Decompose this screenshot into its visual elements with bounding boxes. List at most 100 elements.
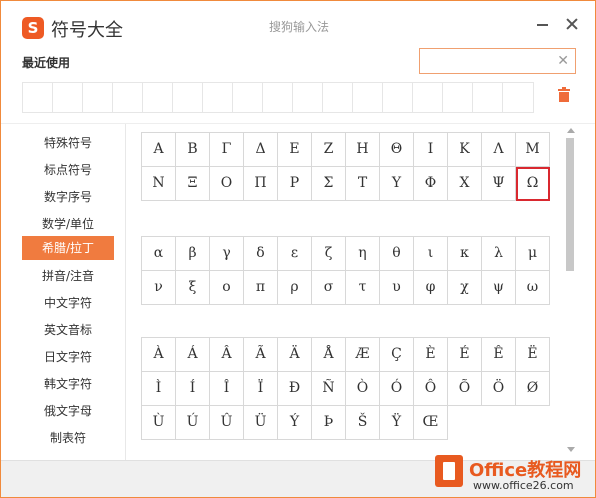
symbol-cell[interactable]: Ú (176, 406, 210, 440)
symbol-cell[interactable]: σ (312, 271, 346, 305)
symbol-cell[interactable]: Ò (346, 372, 380, 406)
recent-symbol-slot[interactable] (323, 83, 353, 112)
symbol-cell[interactable]: υ (380, 271, 414, 305)
symbol-cell[interactable]: Π (244, 167, 278, 201)
symbol-cell[interactable]: θ (380, 237, 414, 271)
symbol-cell[interactable]: Š (346, 406, 380, 440)
symbol-cell[interactable]: Ç (380, 338, 414, 372)
symbol-cell[interactable]: χ (448, 271, 482, 305)
recent-symbol-slot[interactable] (53, 83, 83, 112)
symbol-cell[interactable]: π (244, 271, 278, 305)
symbol-cell[interactable]: Α (142, 133, 176, 167)
symbol-cell[interactable]: δ (244, 237, 278, 271)
symbol-cell[interactable]: Ο (210, 167, 244, 201)
scroll-up-icon[interactable] (567, 128, 575, 133)
symbol-cell[interactable]: Ð (278, 372, 312, 406)
symbol-cell[interactable]: α (142, 237, 176, 271)
symbol-cell[interactable]: ν (142, 271, 176, 305)
symbol-cell[interactable]: Θ (380, 133, 414, 167)
recent-symbol-slot[interactable] (83, 83, 113, 112)
symbol-cell[interactable]: ω (516, 271, 550, 305)
symbol-cell[interactable]: Æ (346, 338, 380, 372)
recent-symbol-slot[interactable] (173, 83, 203, 112)
category-item[interactable]: 拼音/注音 (22, 264, 114, 288)
category-item[interactable]: 俄文字母 (22, 399, 114, 423)
symbol-cell[interactable]: Ü (244, 406, 278, 440)
symbol-cell[interactable]: ψ (482, 271, 516, 305)
symbol-cell[interactable]: Ë (516, 338, 550, 372)
symbol-cell[interactable]: Ξ (176, 167, 210, 201)
symbol-cell[interactable]: Œ (414, 406, 448, 440)
symbol-cell[interactable]: Β (176, 133, 210, 167)
minimize-button[interactable] (533, 15, 551, 33)
symbol-cell[interactable]: Ö (482, 372, 516, 406)
symbol-cell[interactable]: Ï (244, 372, 278, 406)
symbol-cell[interactable]: Ε (278, 133, 312, 167)
symbol-cell[interactable]: Â (210, 338, 244, 372)
clear-search-icon[interactable]: ✕ (557, 51, 569, 71)
symbol-cell[interactable]: Σ (312, 167, 346, 201)
recent-symbol-slot[interactable] (263, 83, 293, 112)
category-item[interactable]: 英文音标 (22, 318, 114, 342)
recent-symbol-slot[interactable] (503, 83, 533, 112)
symbol-cell[interactable]: Φ (414, 167, 448, 201)
symbol-cell[interactable]: φ (414, 271, 448, 305)
recent-symbol-slot[interactable] (443, 83, 473, 112)
scrollbar-thumb[interactable] (566, 138, 574, 271)
symbol-cell[interactable]: Η (346, 133, 380, 167)
recent-symbol-slot[interactable] (203, 83, 233, 112)
symbol-cell[interactable]: Ρ (278, 167, 312, 201)
symbol-cell[interactable]: Γ (210, 133, 244, 167)
category-item[interactable]: 数学/单位 (22, 212, 114, 236)
recent-symbol-slot[interactable] (413, 83, 443, 112)
symbol-cell[interactable]: È (414, 338, 448, 372)
symbol-cell[interactable]: γ (210, 237, 244, 271)
symbol-cell[interactable]: τ (346, 271, 380, 305)
symbol-cell[interactable]: Ÿ (380, 406, 414, 440)
symbol-cell[interactable]: Χ (448, 167, 482, 201)
symbol-cell[interactable]: Ζ (312, 133, 346, 167)
symbol-cell[interactable]: Λ (482, 133, 516, 167)
symbol-cell[interactable]: κ (448, 237, 482, 271)
category-item[interactable]: 数字序号 (22, 185, 114, 209)
symbol-cell[interactable]: Ó (380, 372, 414, 406)
title-bar[interactable]: S 符号大全 搜狗输入法 (1, 1, 595, 41)
symbol-cell[interactable]: Ι (414, 133, 448, 167)
recent-symbol-slot[interactable] (23, 83, 53, 112)
category-item[interactable]: 制表符 (22, 426, 114, 450)
symbol-cell[interactable]: β (176, 237, 210, 271)
recent-symbol-slot[interactable] (473, 83, 503, 112)
symbol-cell[interactable]: Ω (516, 167, 550, 201)
recent-symbol-slot[interactable] (353, 83, 383, 112)
symbol-cell[interactable]: À (142, 338, 176, 372)
recent-symbol-slot[interactable] (293, 83, 323, 112)
category-item[interactable]: 中文字符 (22, 291, 114, 315)
symbol-cell[interactable]: ζ (312, 237, 346, 271)
close-button[interactable] (563, 15, 581, 33)
recent-symbol-slot[interactable] (383, 83, 413, 112)
symbol-cell[interactable]: ε (278, 237, 312, 271)
trash-icon[interactable] (558, 87, 570, 102)
symbol-cell[interactable]: Ν (142, 167, 176, 201)
recent-symbol-slot[interactable] (143, 83, 173, 112)
recent-symbol-slot[interactable] (233, 83, 263, 112)
symbol-cell[interactable]: ρ (278, 271, 312, 305)
symbol-cell[interactable]: Ì (142, 372, 176, 406)
symbol-cell[interactable]: ο (210, 271, 244, 305)
symbol-cell[interactable]: Í (176, 372, 210, 406)
symbol-cell[interactable]: Ä (278, 338, 312, 372)
symbol-cell[interactable]: Τ (346, 167, 380, 201)
symbol-cell[interactable]: λ (482, 237, 516, 271)
symbol-cell[interactable]: Î (210, 372, 244, 406)
category-item[interactable]: 韩文字符 (22, 372, 114, 396)
symbol-cell[interactable]: Ψ (482, 167, 516, 201)
symbol-cell[interactable]: η (346, 237, 380, 271)
symbol-cell[interactable]: É (448, 338, 482, 372)
symbol-cell[interactable]: Υ (380, 167, 414, 201)
category-item[interactable]: 特殊符号 (22, 131, 114, 155)
symbol-cell[interactable]: Á (176, 338, 210, 372)
symbol-cell[interactable]: Δ (244, 133, 278, 167)
category-item[interactable]: 日文字符 (22, 345, 114, 369)
recent-symbol-slot[interactable] (113, 83, 143, 112)
symbol-cell[interactable]: Ý (278, 406, 312, 440)
